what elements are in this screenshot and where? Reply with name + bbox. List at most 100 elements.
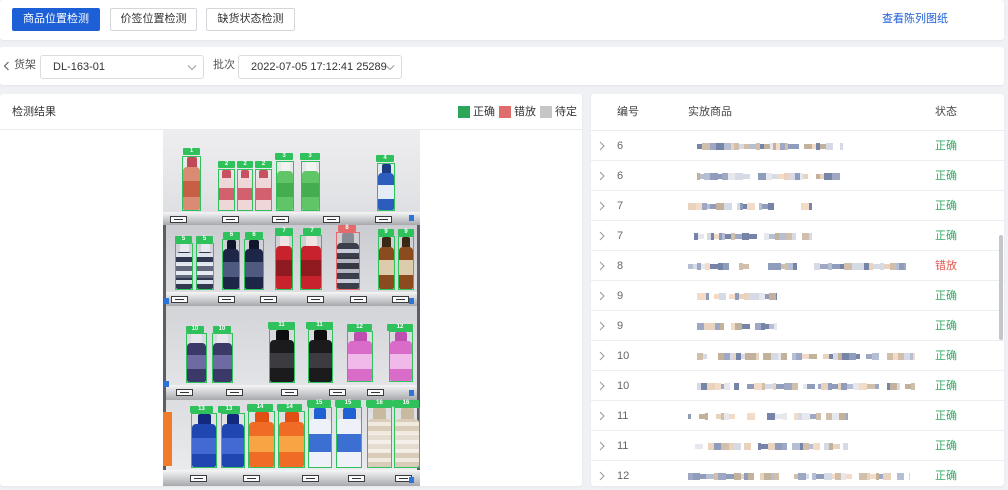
price-tag-text xyxy=(247,478,256,479)
chevron-right-icon[interactable] xyxy=(599,171,605,181)
detection-tag: 16 xyxy=(393,400,419,407)
detection-box xyxy=(367,407,392,468)
blurred-product-name xyxy=(688,442,848,450)
batch-select[interactable]: 2022-07-05 17:12:41 25289 xyxy=(238,55,402,79)
row-id: 6 xyxy=(617,170,624,182)
chevron-left-icon[interactable] xyxy=(3,61,10,71)
detection-tag: 7 xyxy=(303,228,321,235)
chevron-right-icon[interactable] xyxy=(599,261,605,271)
blur-pixel xyxy=(739,413,747,420)
legend-item-misplaced: 错放 xyxy=(499,106,536,119)
detection-box xyxy=(212,333,233,383)
detection-tag: 14 xyxy=(247,404,273,411)
blur-pixel xyxy=(768,442,775,450)
table-row[interactable]: 6 正确 xyxy=(591,161,1004,191)
blur-pixel xyxy=(688,202,696,210)
batch-select-value: 2022-07-05 17:12:41 25289 xyxy=(251,61,387,73)
blur-pixel xyxy=(787,413,794,420)
blur-pixel xyxy=(872,352,879,360)
row-id: 11 xyxy=(617,410,629,422)
shelf-select[interactable]: DL-163-01 xyxy=(40,55,204,79)
chevron-right-icon[interactable] xyxy=(599,471,605,481)
price-tag xyxy=(281,389,298,396)
row-status: 错放 xyxy=(935,260,957,272)
blur-pixel xyxy=(693,472,700,480)
table-row[interactable]: 10 正确 xyxy=(591,371,1004,401)
blur-pixel xyxy=(826,142,833,150)
table-row[interactable]: 9 正确 xyxy=(591,281,1004,311)
blur-pixel xyxy=(724,323,731,330)
table-row[interactable]: 6 正确 xyxy=(591,131,1004,161)
column-header-product: 实放商品 xyxy=(688,106,732,118)
detection-box xyxy=(186,333,207,383)
table-row[interactable]: 9 正确 xyxy=(591,311,1004,341)
row-id: 6 xyxy=(617,140,624,152)
blur-pixel xyxy=(842,352,849,360)
blurred-product-name xyxy=(697,352,915,360)
blur-pixel xyxy=(798,472,806,480)
detection-tag: 14 xyxy=(277,404,302,411)
blur-pixel xyxy=(757,233,764,240)
row-status: 正确 xyxy=(935,140,957,152)
chevron-down-icon xyxy=(187,65,197,71)
toolbar: 商品位置检测 价签位置检测 缺货状态检测 查看陈列图纸 xyxy=(0,0,1004,40)
view-planogram-link[interactable]: 查看陈列图纸 xyxy=(882,13,948,26)
column-header-id: 编号 xyxy=(617,106,639,118)
chevron-right-icon[interactable] xyxy=(599,441,605,451)
chevron-right-icon[interactable] xyxy=(599,231,605,241)
tab-product-position-detection[interactable]: 商品位置检测 xyxy=(12,8,100,31)
table-row[interactable]: 8 错放 xyxy=(591,251,1004,281)
blur-pixel xyxy=(844,262,852,270)
blur-pixel xyxy=(839,412,846,420)
price-tag xyxy=(176,389,193,396)
detection-tag: 1 xyxy=(183,148,200,155)
detection-tag: 6 xyxy=(223,232,240,239)
price-tag-text xyxy=(327,219,336,220)
blur-pixel xyxy=(764,472,771,480)
chevron-right-icon[interactable] xyxy=(599,141,605,151)
row-status: 正确 xyxy=(935,380,957,392)
blur-pixel xyxy=(747,412,755,420)
blur-pixel xyxy=(763,352,771,360)
chevron-right-icon[interactable] xyxy=(599,381,605,391)
price-tag-text xyxy=(333,392,342,393)
legend-swatch-correct xyxy=(458,106,470,118)
chevron-down-icon xyxy=(385,65,395,71)
chevron-right-icon[interactable] xyxy=(599,351,605,361)
detection-box xyxy=(347,331,373,382)
chevron-right-icon[interactable] xyxy=(599,411,605,421)
price-tag xyxy=(222,216,239,223)
table-row[interactable]: 7 正确 xyxy=(591,191,1004,221)
detection-tag: 10 xyxy=(213,326,231,333)
price-tag-text xyxy=(371,392,380,393)
blur-pixel xyxy=(911,382,915,390)
chevron-right-icon[interactable] xyxy=(599,321,605,331)
blur-pixel xyxy=(913,352,915,360)
price-tag-text xyxy=(306,478,315,479)
chevron-right-icon[interactable] xyxy=(599,291,605,301)
blurred-product-name xyxy=(697,382,915,390)
table-row[interactable]: 10 正确 xyxy=(591,341,1004,371)
price-tag-text xyxy=(352,478,361,479)
price-tag xyxy=(170,216,187,223)
blur-pixel xyxy=(749,143,756,149)
table-row[interactable]: 11 正确 xyxy=(591,431,1004,461)
row-id: 10 xyxy=(617,350,630,362)
price-tag-text xyxy=(396,299,405,300)
blurred-product-name xyxy=(688,202,812,210)
blur-pixel xyxy=(732,263,739,270)
blur-pixel xyxy=(707,353,715,360)
chevron-right-icon[interactable] xyxy=(599,201,605,211)
scrollbar-thumb[interactable] xyxy=(999,235,1003,340)
blur-pixel xyxy=(749,233,757,239)
table-row[interactable]: 7 正确 xyxy=(591,221,1004,251)
table-row[interactable]: 11 正确 xyxy=(591,401,1004,431)
table-row[interactable]: 12 正确 xyxy=(591,461,1004,486)
legend-label: 待定 xyxy=(555,105,577,118)
legend-item-correct: 正确 xyxy=(458,106,495,119)
tab-price-tag-position-detection[interactable]: 价签位置检测 xyxy=(110,8,197,31)
blur-pixel xyxy=(879,383,887,390)
legend-item-pending: 待定 xyxy=(540,106,577,119)
tab-out-of-stock-detection[interactable]: 缺货状态检测 xyxy=(206,8,295,31)
blurred-product-name xyxy=(688,412,848,420)
